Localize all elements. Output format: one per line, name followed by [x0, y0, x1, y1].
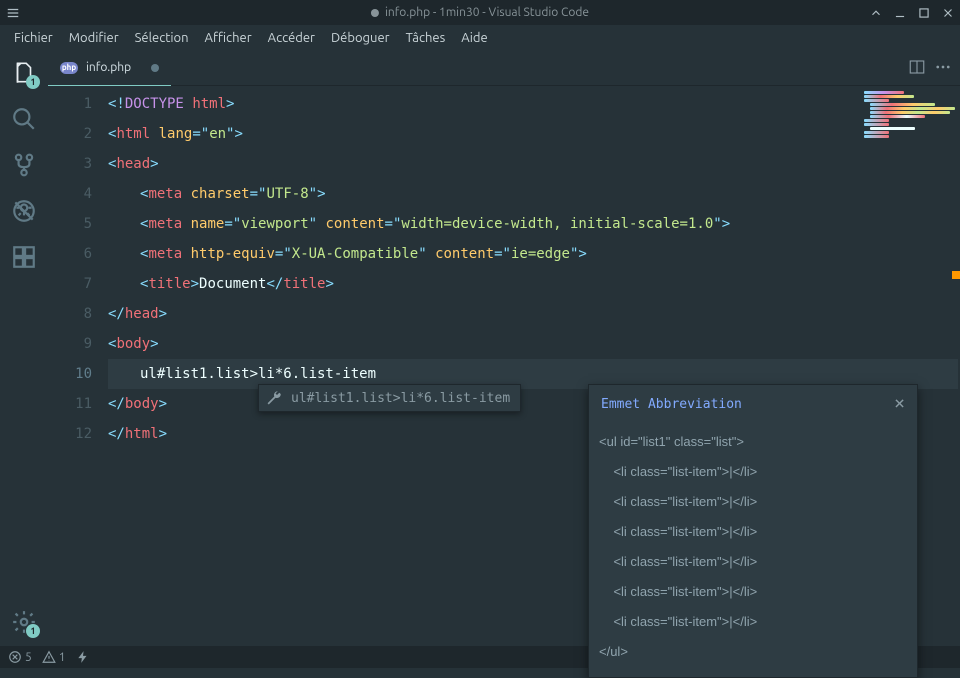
window-title: info.php - 1min30 - Visual Studio Code — [371, 6, 589, 19]
code-content[interactable]: <!DOCTYPE html> <html lang="en"> <head> … — [108, 86, 960, 646]
line-gutter: 123456789101112 — [48, 86, 108, 646]
status-errors[interactable]: 5 — [8, 650, 32, 664]
settings-badge: 1 — [26, 624, 40, 638]
window-title-text: info.php - 1min30 - Visual Studio Code — [385, 6, 589, 19]
status-warnings[interactable]: 1 — [42, 650, 66, 664]
source-control-icon[interactable] — [10, 151, 38, 179]
warning-icon — [42, 650, 56, 664]
tab-label: info.php — [86, 61, 131, 74]
explorer-badge: 1 — [26, 75, 40, 89]
chevron-up-icon[interactable] — [864, 1, 888, 25]
window-controls — [864, 1, 960, 25]
overview-marker — [952, 271, 960, 279]
menubar: Fichier Modifier Sélection Afficher Accé… — [0, 25, 960, 51]
settings-gear-icon[interactable]: 1 — [10, 608, 38, 636]
error-icon — [8, 650, 22, 664]
modified-dot-icon — [371, 9, 379, 17]
menu-aide[interactable]: Aide — [453, 28, 495, 48]
menu-acceder[interactable]: Accéder — [260, 28, 323, 48]
tabs-row: php info.php — [48, 51, 960, 86]
overview-ruler — [952, 87, 960, 646]
menu-modifier[interactable]: Modifier — [61, 28, 127, 48]
php-filetype-icon: php — [60, 62, 78, 74]
maximize-icon[interactable] — [912, 1, 936, 25]
editor-body[interactable]: 123456789101112 <!DOCTYPE html> <html la… — [48, 86, 960, 646]
parameter-hint-tooltip: ul#list1.list>li*6.list-item — [258, 384, 521, 412]
emmet-abbreviation-popup: Emmet Abbreviation × <ul id="list1" clas… — [588, 384, 918, 678]
explorer-icon[interactable]: 1 — [10, 59, 38, 87]
emmet-close-icon[interactable]: × — [894, 395, 905, 413]
menu-fichier[interactable]: Fichier — [6, 28, 61, 48]
tab-info-php[interactable]: php info.php — [48, 51, 171, 86]
status-sync[interactable] — [76, 650, 90, 664]
close-icon[interactable] — [936, 1, 960, 25]
wrench-icon — [265, 389, 283, 407]
menu-selection[interactable]: Sélection — [127, 28, 197, 48]
bolt-icon — [76, 650, 90, 664]
menu-taches[interactable]: Tâches — [398, 28, 454, 48]
split-editor-icon[interactable] — [908, 58, 926, 79]
main-area: 1 1 php info.php — [0, 51, 960, 646]
hamburger-menu-icon[interactable] — [0, 0, 25, 25]
menu-afficher[interactable]: Afficher — [197, 28, 260, 48]
tooltip-text: ul#list1.list>li*6.list-item — [291, 391, 510, 406]
minimize-icon[interactable] — [888, 1, 912, 25]
activity-bar: 1 1 — [0, 51, 48, 646]
debug-icon[interactable] — [10, 197, 38, 225]
titlebar: info.php - 1min30 - Visual Studio Code — [0, 0, 960, 25]
editor-area: php info.php 123456789101112 <!DOCTYPE h… — [48, 51, 960, 646]
menu-deboguer[interactable]: Déboguer — [323, 28, 398, 48]
search-icon[interactable] — [10, 105, 38, 133]
tab-modified-dot-icon — [151, 64, 159, 72]
emmet-popup-title: Emmet Abbreviation — [601, 397, 742, 412]
more-actions-icon[interactable] — [934, 58, 952, 79]
emmet-preview: <ul id="list1" class="list"> <li class="… — [589, 423, 917, 677]
extensions-icon[interactable] — [10, 243, 38, 271]
